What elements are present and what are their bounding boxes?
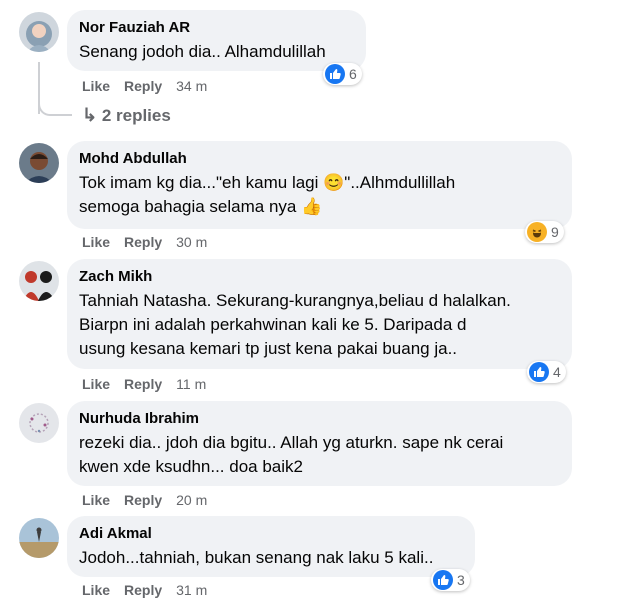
reaction-count: 9 [551, 224, 559, 240]
comment-text: Biarpn ini adalah perkahwinan kali ke 5.… [79, 315, 467, 334]
comment-bubble: Nor Fauziah AR Senang jodoh dia.. Alhamd… [67, 10, 366, 71]
commenter-name[interactable]: Zach Mikh [79, 268, 560, 286]
reply-button[interactable]: Reply [124, 375, 162, 393]
thread-connector [38, 98, 72, 116]
comment-text: usung kesana kemari tp just kena pakai b… [79, 339, 458, 358]
like-icon [433, 570, 453, 590]
reply-button[interactable]: Reply [124, 491, 162, 509]
commenter-name[interactable]: Nor Fauziah AR [79, 19, 354, 37]
reaction-summary[interactable]: 3 [431, 569, 470, 591]
like-icon [325, 64, 345, 84]
reaction-count: 3 [457, 572, 465, 588]
comment-actions: Like Reply 34 m [82, 77, 221, 95]
reaction-count: 4 [553, 364, 561, 380]
reply-button[interactable]: Reply [124, 233, 162, 251]
reaction-count: 6 [349, 66, 357, 82]
comment-bubble: Zach Mikh Tahniah Natasha. Sekurang-kura… [67, 259, 572, 369]
avatar[interactable] [19, 403, 59, 443]
replies-label: 2 replies [101, 106, 171, 125]
comment-text: Tok imam kg dia..."eh kamu lagi 😊"..Alhm… [79, 173, 456, 192]
timestamp[interactable]: 31 m [176, 581, 207, 599]
comment-bubble: Nurhuda Ibrahim rezeki dia.. jdoh dia bg… [67, 401, 572, 486]
reply-arrow-icon: ↳ [82, 105, 98, 125]
timestamp[interactable]: 20 m [176, 491, 207, 509]
like-button[interactable]: Like [82, 491, 110, 509]
timestamp[interactable]: 11 m [176, 375, 206, 393]
like-icon [529, 362, 549, 382]
view-replies-link[interactable]: ↳ 2 replies [82, 104, 171, 127]
commenter-name[interactable]: Mohd Abdullah [79, 150, 560, 168]
comment-bubble: Adi Akmal Jodoh...tahniah, bukan senang … [67, 516, 475, 577]
comment-text: Tahniah Natasha. Sekurang-kurangnya,beli… [79, 291, 511, 310]
like-button[interactable]: Like [82, 77, 110, 95]
avatar[interactable] [19, 12, 59, 52]
comment-actions: Like Reply 20 m [82, 491, 221, 509]
comment-actions: Like Reply 30 m [82, 233, 221, 251]
reaction-summary[interactable]: 4 [527, 361, 566, 383]
commenter-name[interactable]: Nurhuda Ibrahim [79, 410, 560, 428]
reaction-summary[interactable]: 9 [525, 221, 564, 243]
comment-text: Jodoh...tahniah, bukan senang nak laku 5… [79, 548, 434, 567]
comment-bubble: Mohd Abdullah Tok imam kg dia..."eh kamu… [67, 141, 572, 229]
commenter-name[interactable]: Adi Akmal [79, 525, 463, 543]
timestamp[interactable]: 30 m [176, 233, 207, 251]
reply-button[interactable]: Reply [124, 77, 162, 95]
comment-text: Senang jodoh dia.. Alhamdulillah [79, 42, 326, 61]
comment-actions: Like Reply 11 m [82, 375, 220, 393]
comment-text: rezeki dia.. jdoh dia bgitu.. Allah yg a… [79, 433, 504, 452]
timestamp[interactable]: 34 m [176, 77, 207, 95]
like-button[interactable]: Like [82, 581, 110, 599]
comment-actions: Like Reply 31 m [82, 581, 221, 599]
avatar[interactable] [19, 261, 59, 301]
avatar[interactable] [19, 143, 59, 183]
comment-text: kwen xde ksudhn... doa baik2 [79, 457, 303, 476]
reaction-summary[interactable]: 6 [323, 63, 362, 85]
reply-button[interactable]: Reply [124, 581, 162, 599]
comment-text: semoga bahagia selama nya 👍 [79, 197, 323, 216]
like-button[interactable]: Like [82, 233, 110, 251]
avatar[interactable] [19, 518, 59, 558]
like-button[interactable]: Like [82, 375, 110, 393]
haha-icon [527, 222, 547, 242]
